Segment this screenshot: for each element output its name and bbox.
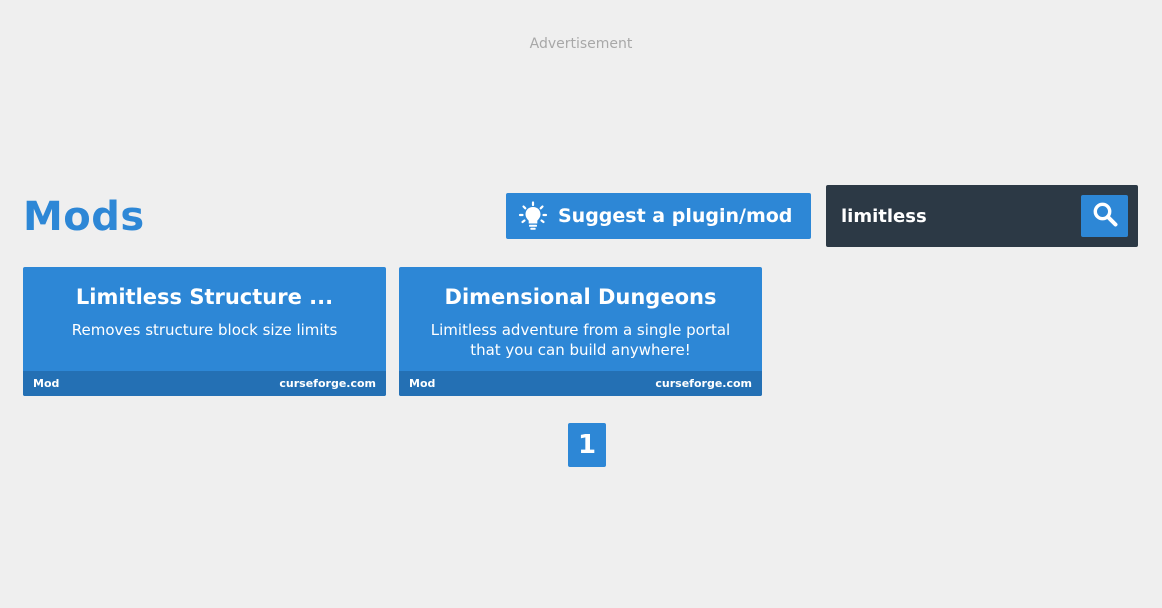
advertisement-label: Advertisement [529, 36, 633, 52]
card-footer: Mod curseforge.com [399, 371, 762, 396]
result-card[interactable]: Limitless Structure ... Removes structur… [23, 267, 386, 396]
card-type-label: Mod [409, 377, 436, 390]
search-input[interactable] [834, 195, 1074, 237]
suggest-plugin-button[interactable]: Suggest a plugin/mod [506, 193, 811, 239]
result-card[interactable]: Dimensional Dungeons Limitless adventure… [399, 267, 762, 396]
pagination-page-button[interactable]: 1 [568, 423, 606, 467]
search-icon [1092, 201, 1118, 231]
card-footer: Mod curseforge.com [23, 371, 386, 396]
card-source-label: curseforge.com [655, 377, 752, 390]
card-description: Limitless adventure from a single portal… [430, 321, 731, 359]
suggest-plugin-label: Suggest a plugin/mod [558, 205, 793, 227]
card-title: Dimensional Dungeons [444, 285, 717, 309]
card-title: Limitless Structure ... [75, 285, 334, 309]
card-source-label: curseforge.com [279, 377, 376, 390]
card-type-label: Mod [33, 377, 60, 390]
search-button[interactable] [1081, 195, 1128, 237]
lightbulb-icon [518, 201, 548, 231]
card-description: Removes structure block size limits [71, 321, 338, 339]
search-box [826, 185, 1138, 247]
page-title: Mods [23, 194, 145, 240]
